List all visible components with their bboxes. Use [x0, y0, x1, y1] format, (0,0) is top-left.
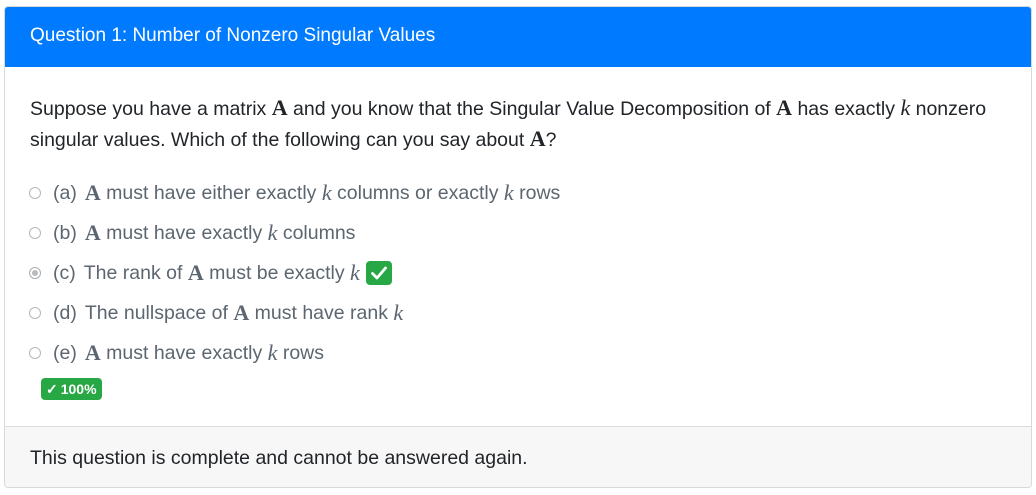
radio-button[interactable]: [29, 347, 41, 359]
option-text: The rank of: [83, 261, 188, 284]
variable-k: k: [321, 180, 332, 205]
option-text: rows: [513, 181, 561, 204]
option-key: (d): [53, 301, 77, 324]
matrix-symbol: A: [529, 126, 546, 151]
option-text: columns: [277, 221, 356, 244]
completion-message: This question is complete and cannot be …: [30, 447, 528, 469]
option-key: (e): [53, 341, 77, 364]
question-header: Question 1: Number of Nonzero Singular V…: [5, 7, 1031, 67]
answer-option-e[interactable]: (e) A must have exactly k rows: [29, 340, 324, 366]
matrix-symbol: A: [84, 340, 101, 365]
radio-button[interactable]: [29, 227, 41, 239]
prompt-text: Suppose you have a matrix: [30, 98, 272, 120]
matrix-symbol: A: [84, 180, 101, 205]
variable-k: k: [267, 220, 278, 245]
answer-option-c[interactable]: (c) The rank of A must be exactly k: [29, 260, 392, 286]
answer-option-a[interactable]: (a) A must have either exactly k columns…: [29, 180, 560, 206]
option-text: The nullspace of: [84, 301, 234, 324]
option-text: must have either exactly: [100, 181, 322, 204]
prompt-text: ?: [545, 129, 557, 151]
score-badge: ✓ 100%: [41, 378, 102, 400]
variable-k: k: [350, 260, 360, 285]
question-card: Question 1: Number of Nonzero Singular V…: [4, 6, 1032, 488]
option-key: (c): [53, 261, 76, 284]
question-title: Question 1: Number of Nonzero Singular V…: [30, 25, 436, 46]
variable-k: k: [503, 180, 514, 205]
radio-button[interactable]: [29, 187, 41, 199]
radio-button[interactable]: [29, 307, 41, 319]
answer-option-b[interactable]: (b) A must have exactly k columns: [29, 220, 355, 246]
matrix-symbol: A: [187, 260, 204, 285]
radio-button-selected[interactable]: [29, 267, 41, 279]
prompt-text: and you know that the Singular Value Dec…: [287, 98, 777, 120]
question-footer: This question is complete and cannot be …: [5, 426, 1031, 487]
option-text: columns or exactly: [331, 181, 504, 204]
matrix-symbol: A: [84, 220, 101, 245]
option-key: (b): [53, 221, 77, 244]
prompt-text: has exactly: [792, 98, 901, 120]
matrix-symbol: A: [233, 300, 250, 325]
option-text: rows: [277, 341, 324, 364]
question-body: Suppose you have a matrix A and you know…: [5, 67, 1031, 427]
answer-option-d[interactable]: (d) The nullspace of A must have rank k: [29, 300, 403, 326]
matrix-symbol: A: [271, 95, 288, 120]
variable-k: k: [393, 300, 404, 325]
option-text: must have rank: [249, 301, 394, 324]
option-text: must have exactly: [100, 341, 268, 364]
option-key: (a): [53, 181, 77, 204]
option-text: must be exactly: [203, 261, 351, 284]
correct-badge: [365, 261, 392, 285]
score-value: 100%: [60, 381, 97, 397]
variable-k: k: [267, 340, 278, 365]
option-text: must have exactly: [100, 221, 268, 244]
variable-k: k: [900, 95, 911, 120]
question-prompt: Suppose you have a matrix A and you know…: [30, 93, 990, 155]
matrix-symbol: A: [776, 95, 793, 120]
check-icon: [370, 266, 387, 280]
check-icon: ✓: [46, 380, 58, 397]
